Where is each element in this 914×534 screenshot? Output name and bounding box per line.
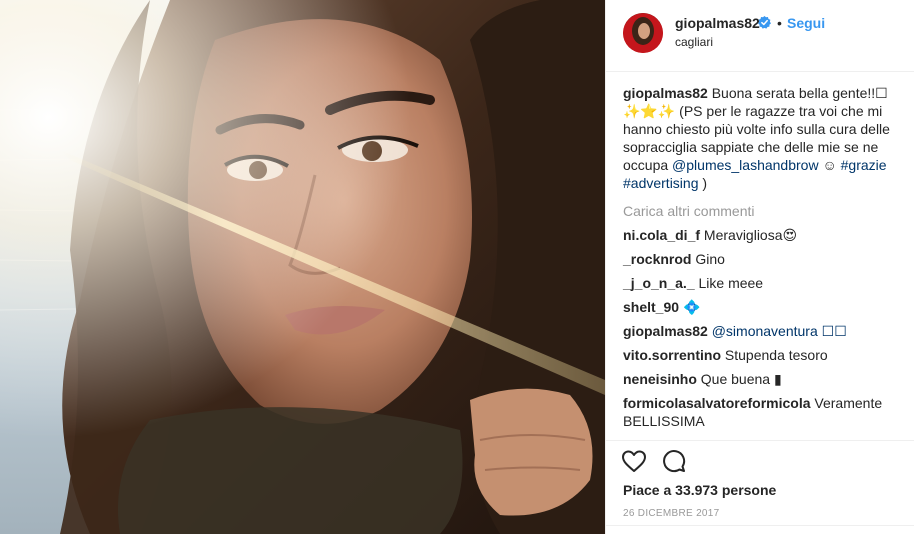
comments-section: giopalmas82 Buona serata bella gente!!☐ … xyxy=(623,84,903,430)
caption-username[interactable]: giopalmas82 xyxy=(623,85,708,101)
caption-mention-link[interactable]: @plumes_lashandbrow xyxy=(672,157,819,173)
comment-username[interactable]: giopalmas82 xyxy=(623,323,708,339)
comment-username[interactable]: ni.cola_di_f xyxy=(623,227,700,243)
comment-username[interactable]: _j_o_n_a._ xyxy=(623,275,695,291)
comment-text: 💠 xyxy=(682,299,701,315)
heart-outline-icon[interactable] xyxy=(621,449,647,473)
caption-end: ) xyxy=(698,175,708,191)
separator-dot: • xyxy=(777,15,782,31)
post-header: giopalmas82 • Segui cagliari xyxy=(606,0,914,72)
likes-count[interactable]: Piace a 33.973 persone xyxy=(623,482,776,498)
comment-row: shelt_90 💠 xyxy=(623,298,903,316)
selfie-image xyxy=(0,0,605,534)
comment-username[interactable]: _rocknrod xyxy=(623,251,691,267)
post-actions: Piace a 33.973 persone 26 DICEMBRE 2017 xyxy=(606,440,914,526)
verified-badge-icon xyxy=(758,16,771,29)
post-caption: giopalmas82 Buona serata bella gente!!☐ … xyxy=(623,84,903,192)
post-date: 26 DICEMBRE 2017 xyxy=(623,508,720,519)
comment-username[interactable]: vito.sorrentino xyxy=(623,347,721,363)
caption-emoji: ☺ xyxy=(818,157,841,173)
comment-text: Que buena ▮ xyxy=(700,371,782,387)
load-more-comments-button[interactable]: Carica altri commenti xyxy=(623,202,903,220)
post-location[interactable]: cagliari xyxy=(675,35,713,49)
post-sidebar: giopalmas82 • Segui cagliari giopalmas82… xyxy=(605,0,914,534)
comment-row: giopalmas82 @simonaventura ☐☐ xyxy=(623,322,903,340)
comment-text: @simonaventura ☐☐ xyxy=(711,323,847,339)
post-photo[interactable] xyxy=(0,0,605,534)
comment-username[interactable]: formicolasalvatoreformicola xyxy=(623,395,811,411)
hashtag-advertising-link[interactable]: #advertising xyxy=(623,175,699,191)
comment-row: _rocknrod Gino xyxy=(623,250,903,268)
comment-row: ni.cola_di_f Meravigliosa😍 xyxy=(623,226,903,244)
comment-row: formicolasalvatoreformicola Veramente BE… xyxy=(623,394,903,430)
comment-text: Like meee xyxy=(698,275,764,291)
comment-text: Meravigliosa😍 xyxy=(703,227,798,243)
avatar[interactable] xyxy=(623,13,663,53)
hashtag-grazie-link[interactable]: #grazie xyxy=(841,157,887,173)
comment-username[interactable]: neneisinho xyxy=(623,371,697,387)
speech-bubble-icon[interactable] xyxy=(662,449,686,473)
follow-button[interactable]: Segui xyxy=(787,15,825,31)
comment-text: Gino xyxy=(695,251,725,267)
comment-text: Stupenda tesoro xyxy=(724,347,828,363)
add-comment-area[interactable] xyxy=(606,525,914,534)
comment-row: _j_o_n_a._ Like meee xyxy=(623,274,903,292)
post-author-username[interactable]: giopalmas82 xyxy=(675,15,760,31)
comment-row: vito.sorrentino Stupenda tesoro xyxy=(623,346,903,364)
comment-username[interactable]: shelt_90 xyxy=(623,299,679,315)
comment-row: neneisinho Que buena ▮ xyxy=(623,370,903,388)
